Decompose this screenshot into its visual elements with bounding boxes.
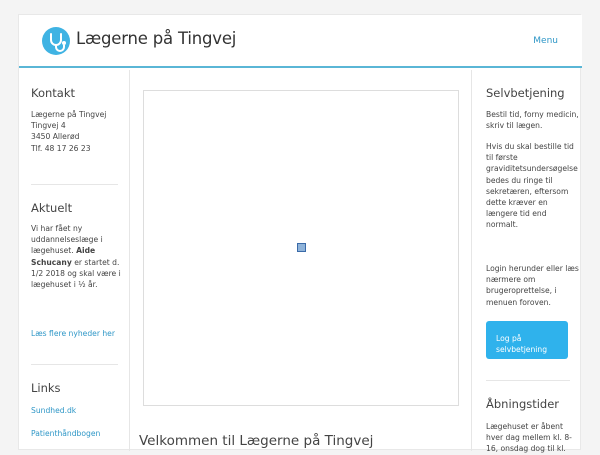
button-label: selvbetjening xyxy=(496,345,548,354)
login-selfservice-button[interactable]: Log på selvbetjening xyxy=(486,321,568,359)
news-text: Vi har fået ny uddannelseslæge i lægehus… xyxy=(31,223,127,290)
text-line: Bestil tid, forny medicin, xyxy=(486,110,579,119)
welcome-heading: Velkommen til Lægerne på Tingvej xyxy=(139,433,374,449)
text-line: Login herunder eller læs xyxy=(486,264,579,273)
pregnancy-note: Hvis du skal bestille tid til første gra… xyxy=(486,141,578,231)
news-line: 1/2 2018 og skal være i xyxy=(31,268,121,278)
text-line: sekretæren, eftersom xyxy=(486,186,569,196)
contact-title: Kontakt xyxy=(31,86,76,100)
news-name: Schucany xyxy=(31,257,72,267)
news-line: lægehuset i ½ år. xyxy=(31,280,98,290)
news-line: Vi har fået ny xyxy=(31,224,83,233)
text-line: nærmere om xyxy=(486,275,536,285)
news-title: Aktuelt xyxy=(31,201,73,215)
text-line: Hvis du skal bestille tid xyxy=(486,142,574,151)
page: Lægerne på Tingvej Menu Kontakt Lægerne … xyxy=(18,14,582,454)
text-line: til første xyxy=(486,153,518,163)
text-line: bedes du ringe til xyxy=(486,175,553,185)
link-patienthaandbogen[interactable]: Patienthåndbogen xyxy=(31,429,100,438)
right-sidebar: Selvbetjening Bestil tid, forny medicin,… xyxy=(471,70,582,454)
text-line: hver dag mellem kl. 8- xyxy=(486,433,572,443)
broken-image-icon xyxy=(297,243,306,252)
text-line: graviditetsundersøgelse xyxy=(486,164,578,174)
site-title[interactable]: Lægerne på Tingvej xyxy=(76,29,236,48)
contact-line: Tingvej 4 xyxy=(31,121,66,131)
stethoscope-icon[interactable] xyxy=(42,27,70,55)
contact-address: Lægerne på Tingvej Tingvej 4 3450 Allerø… xyxy=(31,109,106,154)
text-line: Lægehuset er åbent xyxy=(486,422,563,431)
news-name: Aide xyxy=(76,246,96,256)
contact-line: Lægerne på Tingvej xyxy=(31,110,107,119)
contact-line: Tlf. 48 17 26 23 xyxy=(31,143,91,153)
text-line: menuen foroven. xyxy=(486,297,551,307)
text-line: 16, onsdag dog til kl. xyxy=(486,444,566,454)
text-line: brugeroprettelse, i xyxy=(486,286,557,296)
link-sundhed[interactable]: Sundhed.dk xyxy=(31,406,76,415)
image-frame xyxy=(143,90,459,406)
text-line: dette kræver en xyxy=(486,198,548,208)
selfservice-title: Selvbetjening xyxy=(486,86,565,100)
divider xyxy=(486,380,570,381)
news-line: er startet d. xyxy=(74,257,120,267)
text-line: normalt. xyxy=(486,220,518,230)
site-header: Lægerne på Tingvej Menu xyxy=(19,15,582,68)
main-content: Velkommen til Lægerne på Tingvej xyxy=(131,70,471,451)
text-line: skriv til lægen. xyxy=(486,121,543,131)
login-note: Login herunder eller læs nærmere om brug… xyxy=(486,263,579,308)
text-line: længere tid end xyxy=(486,209,547,219)
left-sidebar: Kontakt Lægerne på Tingvej Tingvej 4 345… xyxy=(19,70,130,451)
contact-line: 3450 Allerød xyxy=(31,132,80,142)
button-label: Log på xyxy=(496,334,522,343)
divider xyxy=(31,364,118,365)
links-title: Links xyxy=(31,381,61,395)
news-line: lægehuset. xyxy=(31,246,74,256)
menu-link[interactable]: Menu xyxy=(533,36,558,46)
news-line: uddannelseslæge i xyxy=(31,235,103,245)
hours-title: Åbningstider xyxy=(486,397,560,411)
more-news-link[interactable]: Læs flere nyheder her xyxy=(31,329,115,338)
divider xyxy=(31,184,118,185)
selfservice-intro: Bestil tid, forny medicin, skriv til læg… xyxy=(486,109,579,131)
